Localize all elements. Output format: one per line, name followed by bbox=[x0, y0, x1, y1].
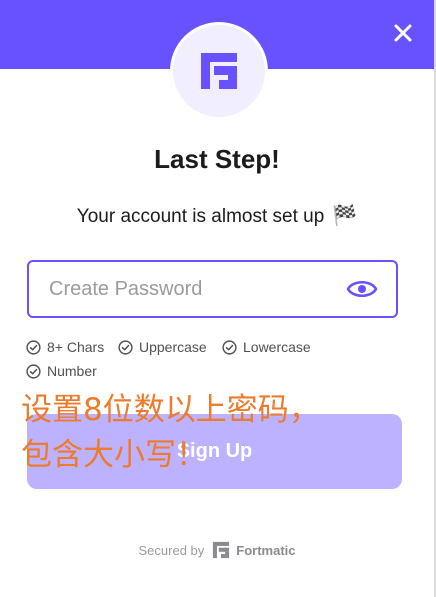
signup-modal: Last Step! Your account is almost set up… bbox=[0, 0, 436, 597]
logo-badge bbox=[173, 25, 265, 117]
page-title: Last Step! bbox=[154, 144, 280, 174]
requirement-label: 8+ Chars bbox=[47, 339, 105, 355]
requirement-uppercase: Uppercase bbox=[118, 339, 207, 355]
check-circle-icon bbox=[118, 339, 133, 355]
requirement-number: Number bbox=[26, 363, 97, 379]
check-circle-icon bbox=[26, 363, 41, 379]
fortmatic-brand: Fortmatic bbox=[212, 541, 296, 559]
fortmatic-logo-icon bbox=[201, 53, 237, 89]
sign-up-button[interactable]: Sign Up bbox=[27, 414, 402, 489]
show-password-button[interactable] bbox=[346, 277, 378, 301]
subtitle: Your account is almost set up 🏁 bbox=[0, 203, 434, 228]
footer: Secured by Fortmatic bbox=[0, 541, 434, 559]
close-button[interactable] bbox=[388, 18, 418, 48]
requirement-label: Number bbox=[47, 363, 97, 379]
close-icon bbox=[394, 24, 412, 42]
eye-icon bbox=[346, 280, 378, 298]
fortmatic-small-logo-icon bbox=[213, 541, 230, 559]
subtitle-text: Your account is almost set up bbox=[76, 206, 325, 227]
password-field[interactable] bbox=[27, 260, 398, 318]
secured-by-label: Secured by bbox=[138, 542, 205, 558]
requirement-label: Uppercase bbox=[139, 339, 207, 355]
requirement-chars: 8+ Chars bbox=[26, 339, 104, 355]
checkered-flag-icon: 🏁 bbox=[332, 205, 358, 227]
password-input[interactable] bbox=[49, 262, 339, 316]
brand-name: Fortmatic bbox=[236, 542, 296, 558]
requirement-label: Lowercase bbox=[243, 339, 311, 355]
check-circle-icon bbox=[26, 339, 41, 355]
requirement-lowercase: Lowercase bbox=[222, 339, 311, 355]
check-circle-icon bbox=[222, 339, 237, 355]
